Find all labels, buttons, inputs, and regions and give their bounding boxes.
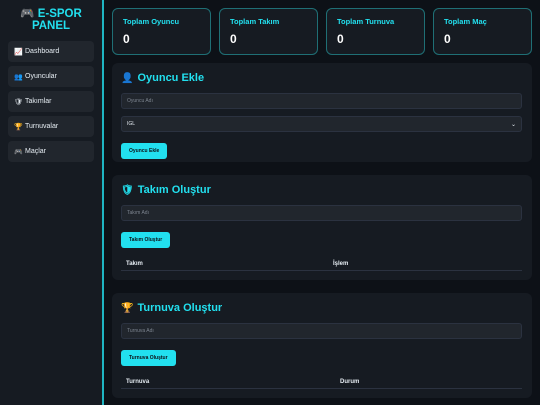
stat-value: 0 bbox=[444, 32, 451, 46]
logo-subtitle: PANEL bbox=[31, 20, 71, 32]
tournament-form-title: 🏆 Turnuva Oluştur bbox=[121, 302, 523, 314]
users-icon: 👥 bbox=[14, 73, 23, 81]
table-header: Turnuva Durum bbox=[121, 375, 522, 388]
sidebar-item-label: Takımlar bbox=[25, 98, 52, 105]
stat-card-tournaments: Toplam Turnuva 0 bbox=[326, 8, 425, 55]
app-logo: 🎮 E-SPOR PANEL bbox=[8, 8, 94, 32]
team-form-title: 🛡 Takım Oluştur bbox=[121, 184, 523, 196]
stat-label: Toplam Takım bbox=[230, 17, 280, 26]
trophy-icon: 🏆 bbox=[14, 123, 23, 131]
stat-card-players: Toplam Oyuncu 0 bbox=[112, 8, 211, 55]
table-header: Takım İşlem bbox=[121, 257, 522, 270]
user-icon: 👤 bbox=[121, 72, 134, 84]
team-form-card: 🛡 Takım Oluştur Takım Adı Takım Oluştur … bbox=[112, 175, 532, 280]
sidebar-item-teams[interactable]: 🛡 Takımlar bbox=[8, 91, 94, 112]
create-team-button[interactable]: Takım Oluştur bbox=[121, 232, 171, 248]
column-header-team: Takım bbox=[126, 260, 143, 267]
player-form-card: 👤 Oyuncu Ekle Oyuncu Adı IGL ⌄ Oyuncu Ek… bbox=[112, 63, 532, 162]
sidebar-item-label: Dashboard bbox=[25, 48, 60, 55]
sidebar-item-tournaments[interactable]: 🏆 Turnuvalar bbox=[8, 116, 94, 137]
trophy-icon: 🏆 bbox=[121, 302, 134, 314]
stat-value: 0 bbox=[337, 32, 344, 46]
stat-label: Toplam Oyuncu bbox=[123, 17, 180, 26]
sidebar-item-label: Turnuvalar bbox=[25, 123, 59, 130]
gamepad-icon: 🎮 bbox=[14, 148, 23, 156]
sidebar-item-label: Maçlar bbox=[25, 148, 47, 155]
create-tournament-button[interactable]: Turnuva Oluştur bbox=[121, 350, 176, 366]
sidebar-item-matches[interactable]: 🎮 Maçlar bbox=[8, 141, 94, 162]
column-header-status: Durum bbox=[340, 378, 360, 385]
sidebar-item-players[interactable]: 👥 Oyuncular bbox=[8, 66, 94, 87]
sidebar-item-label: Oyuncular bbox=[25, 73, 57, 80]
shield-icon: 🛡 bbox=[121, 184, 134, 196]
team-table: Takım İşlem bbox=[121, 257, 522, 271]
logo-title: 🎮 E-SPOR bbox=[20, 8, 82, 20]
chevron-down-icon: ⌄ bbox=[510, 121, 516, 128]
shield-icon: 🛡 bbox=[14, 98, 23, 106]
tournament-table: Turnuva Durum bbox=[121, 375, 522, 389]
tournament-name-input[interactable]: Turnuva Adı bbox=[121, 323, 522, 339]
stat-card-teams: Toplam Takım 0 bbox=[219, 8, 318, 55]
chart-icon: 📈 bbox=[14, 48, 23, 56]
player-name-input[interactable]: Oyuncu Adı bbox=[121, 93, 522, 109]
stats-row: Toplam Oyuncu 0 Toplam Takım 0 Toplam Tu… bbox=[112, 8, 534, 55]
team-name-input[interactable]: Takım Adı bbox=[121, 205, 522, 221]
section-title: Turnuva Oluştur bbox=[137, 302, 223, 314]
stat-card-matches: Toplam Maç 0 bbox=[433, 8, 532, 55]
column-header-action: İşlem bbox=[333, 260, 349, 267]
section-title: Takım Oluştur bbox=[137, 184, 211, 196]
column-header-tournament: Turnuva bbox=[126, 378, 150, 385]
stat-value: 0 bbox=[123, 32, 130, 46]
stat-value: 0 bbox=[230, 32, 237, 46]
sidebar: 🎮 E-SPOR PANEL 📈 Dashboard 👥 Oyuncular 🛡… bbox=[0, 0, 104, 405]
select-value: IGL bbox=[127, 121, 136, 127]
player-role-select[interactable]: IGL ⌄ bbox=[121, 116, 522, 132]
main-content: Toplam Oyuncu 0 Toplam Takım 0 Toplam Tu… bbox=[112, 8, 534, 405]
sidebar-item-dashboard[interactable]: 📈 Dashboard bbox=[8, 41, 94, 62]
stat-label: Toplam Maç bbox=[444, 17, 487, 26]
tournament-form-card: 🏆 Turnuva Oluştur Turnuva Adı Turnuva Ol… bbox=[112, 293, 532, 398]
section-title: Oyuncu Ekle bbox=[137, 72, 205, 84]
add-player-button[interactable]: Oyuncu Ekle bbox=[121, 143, 168, 159]
stat-label: Toplam Turnuva bbox=[337, 17, 395, 26]
player-form-title: 👤 Oyuncu Ekle bbox=[121, 72, 523, 84]
